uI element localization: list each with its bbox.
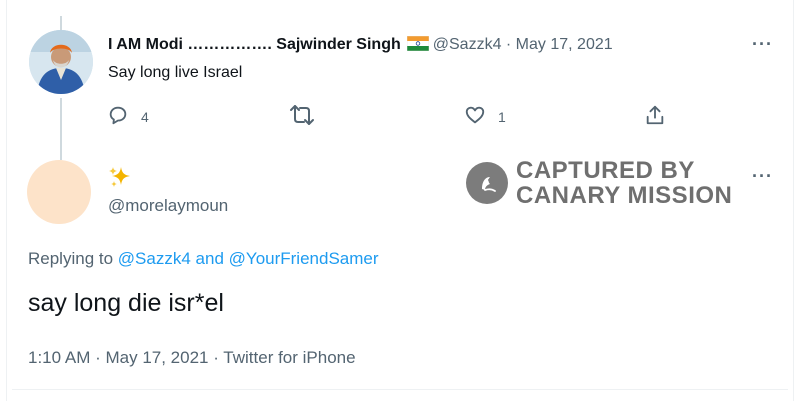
like-button[interactable]: 1	[464, 105, 506, 129]
replying-and: and	[195, 249, 224, 268]
sparkle-emoji-icon	[108, 165, 132, 194]
share-icon	[644, 104, 666, 131]
share-button[interactable]	[644, 105, 666, 129]
retweet-button[interactable]	[289, 104, 315, 131]
mention-link[interactable]: @Sazzk4	[118, 249, 191, 268]
tweet-header: I AM Modi ……………. Sajwinder Singh @Sazzk4 …	[108, 35, 613, 56]
india-flag-icon	[406, 35, 429, 56]
avatar[interactable]	[29, 30, 93, 94]
mention-link[interactable]: @YourFriendSamer	[229, 249, 379, 268]
thread-connector	[60, 98, 62, 160]
more-options-icon[interactable]: ···	[752, 166, 773, 187]
replying-prefix: Replying to	[28, 249, 114, 268]
frame-divider-right	[793, 0, 794, 401]
avatar[interactable]	[27, 160, 91, 224]
reply-icon	[107, 104, 129, 131]
watermark-text: CAPTURED BY CANARY MISSION	[516, 158, 732, 208]
user-handle[interactable]: @morelaymoun	[108, 196, 228, 216]
watermark-line-2: CANARY MISSION	[516, 182, 733, 209]
handle-and-date[interactable]: @Sazzk4 · May 17, 2021	[433, 36, 613, 53]
reply-button[interactable]: 4	[107, 105, 149, 129]
divider	[12, 389, 788, 390]
display-name[interactable]: I AM Modi ……………. Sajwinder Singh	[108, 36, 401, 53]
canary-logo-icon	[466, 162, 508, 204]
tweet-timestamp[interactable]: 1:10 AM · May 17, 2021 · Twitter for iPh…	[28, 348, 356, 368]
reply-count: 4	[141, 109, 149, 125]
tweet-thread: I AM Modi ……………. Sajwinder Singh @Sazzk4 …	[0, 0, 800, 401]
frame-divider-left	[6, 0, 7, 401]
watermark-line-1: CAPTURED BY	[516, 157, 695, 184]
thread-connector-top	[60, 16, 62, 30]
retweet-icon	[289, 104, 315, 131]
tweet-text: say long die isr*el	[28, 289, 224, 317]
like-count: 1	[498, 109, 506, 125]
tweet-text: Say long live Israel	[108, 64, 243, 81]
replying-to: Replying to @Sazzk4 and @YourFriendSamer	[28, 249, 379, 269]
watermark: CAPTURED BY CANARY MISSION	[466, 158, 732, 208]
more-options-icon[interactable]: ···	[752, 34, 773, 55]
heart-icon	[464, 104, 486, 131]
